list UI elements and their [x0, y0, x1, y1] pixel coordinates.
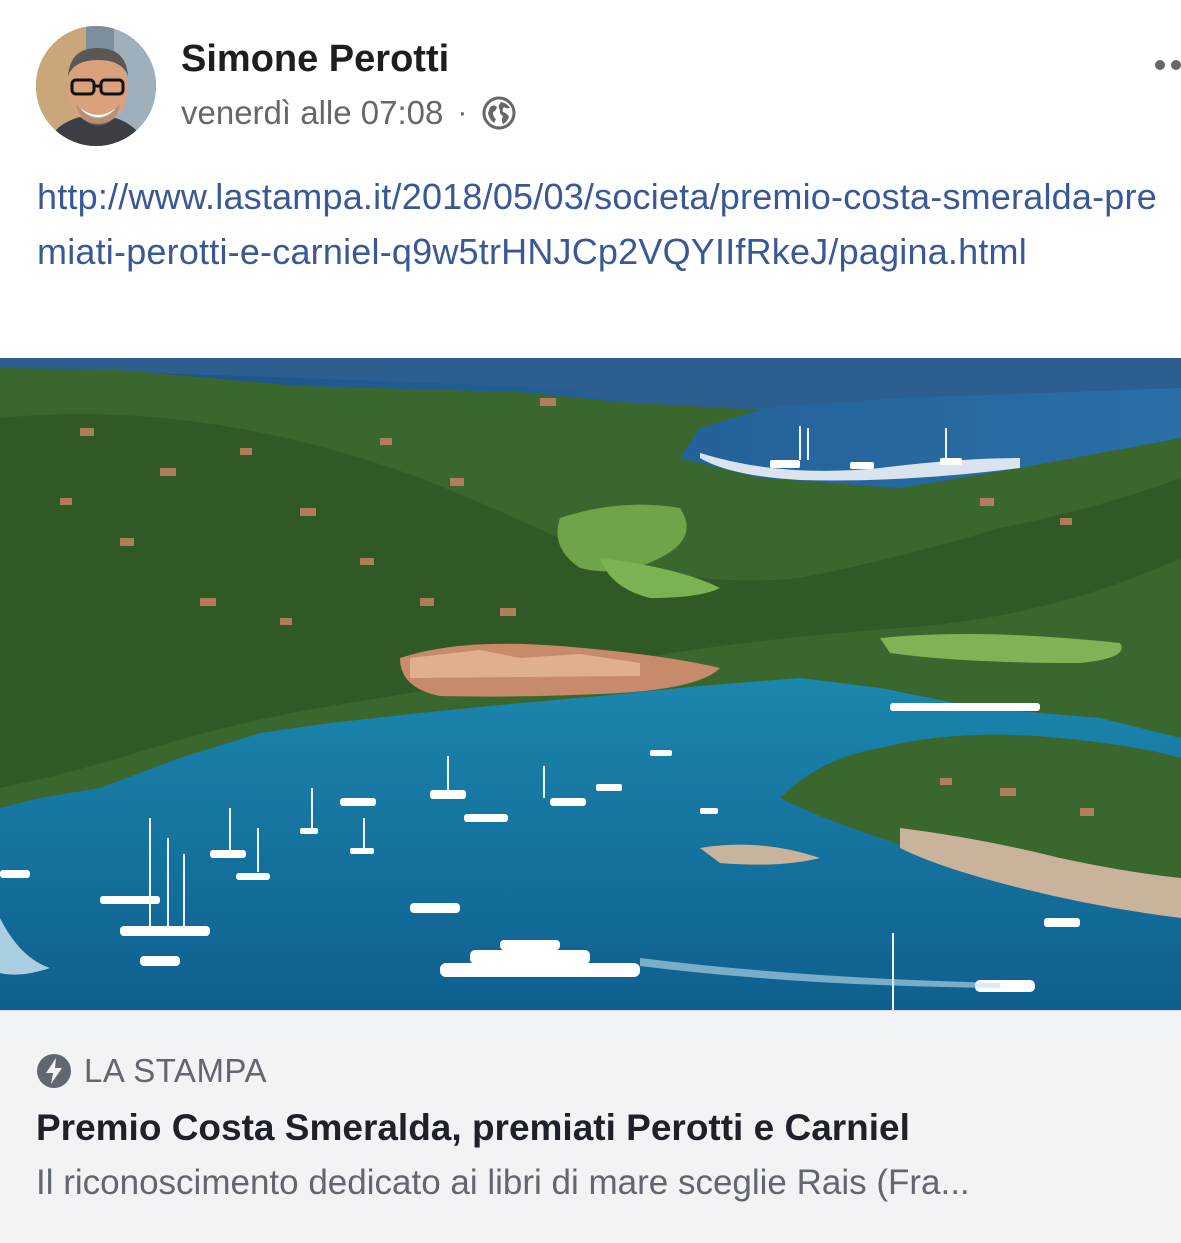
preview-description: Il riconoscimento dedicato ai libri di m…: [36, 1163, 970, 1202]
post-header: Simone Perotti venerdì alle 07:08 ·: [0, 0, 1181, 160]
preview-image[interactable]: [0, 358, 1181, 1010]
author-name[interactable]: Simone Perotti: [181, 38, 449, 81]
globe-icon[interactable]: [481, 95, 517, 131]
source-row: LA STAMPA: [36, 1051, 267, 1091]
preview-title[interactable]: Premio Costa Smeralda, premiati Perotti …: [36, 1107, 1166, 1149]
preview-footer[interactable]: LA STAMPA Premio Costa Smeralda, premiat…: [0, 1010, 1181, 1243]
instant-article-bolt-icon: [36, 1053, 72, 1089]
more-options-icon[interactable]: [1154, 58, 1181, 72]
author-avatar[interactable]: [36, 26, 156, 146]
source-name: LA STAMPA: [84, 1052, 268, 1089]
post-meta: venerdì alle 07:08 ·: [181, 92, 517, 134]
link-preview-card[interactable]: LA STAMPA Premio Costa Smeralda, premiat…: [0, 358, 1181, 1243]
meta-separator: ·: [457, 96, 468, 129]
post-link[interactable]: http://www.lastampa.it/2018/05/03/societ…: [37, 170, 1167, 279]
post-timestamp[interactable]: venerdì alle 07:08: [181, 94, 443, 132]
